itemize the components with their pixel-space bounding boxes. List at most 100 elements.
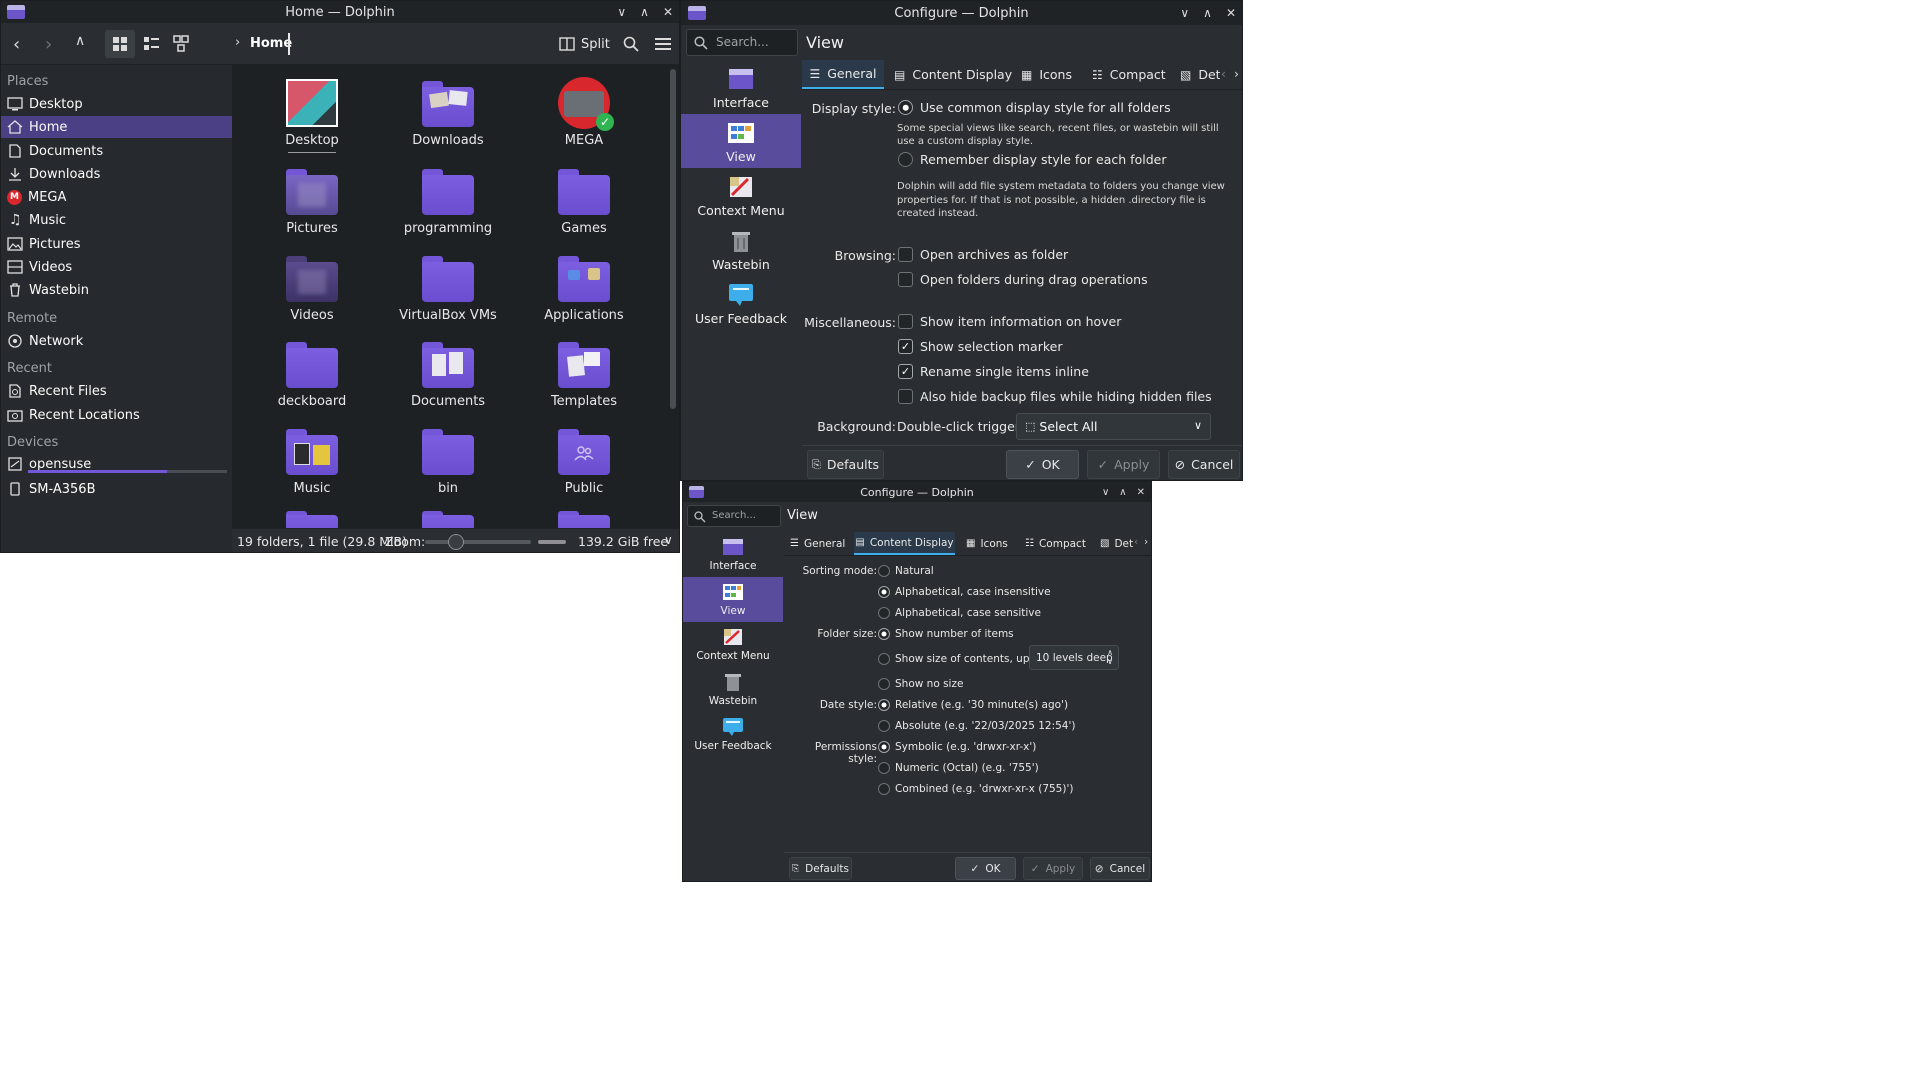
- place-item-sm-a356b[interactable]: SM-A356B: [1, 478, 232, 500]
- file-item-desktop[interactable]: Desktop: [252, 75, 372, 155]
- option-size-number-of-items[interactable]: Show number of items: [878, 628, 1014, 640]
- compact-view-button[interactable]: [167, 30, 195, 58]
- file-item-games[interactable]: Games: [524, 163, 644, 243]
- settings-search-field[interactable]: Search...: [687, 505, 781, 527]
- icons-view-button[interactable]: [105, 30, 135, 58]
- file-item-music[interactable]: Music: [252, 423, 372, 503]
- place-item-network[interactable]: Network: [1, 330, 232, 352]
- option-open-archives[interactable]: Open archives as folder: [898, 247, 1068, 262]
- tab-content-display[interactable]: ▤ Content Display: [894, 60, 1012, 89]
- selection-marker-checkbox[interactable]: ✓: [898, 339, 913, 354]
- option-sort-case-sensitive[interactable]: Alphabetical, case sensitive: [878, 607, 1041, 619]
- place-item-documents[interactable]: Documents: [1, 140, 232, 162]
- file-item-bin[interactable]: bin: [388, 423, 508, 503]
- option-remember-display-style[interactable]: Remember display style for each folder: [898, 152, 1166, 167]
- perm-combined-radio[interactable]: [878, 783, 890, 795]
- category-view[interactable]: View: [681, 114, 801, 168]
- sort-natural-radio[interactable]: [878, 565, 890, 577]
- file-item-public[interactable]: Public: [524, 423, 644, 503]
- perm-symbolic-radio[interactable]: [878, 741, 890, 753]
- file-item-templates[interactable]: Templates: [524, 336, 644, 416]
- search-icon[interactable]: [623, 36, 639, 52]
- maximize-icon[interactable]: ∧: [1119, 487, 1126, 498]
- tab-scroll-right-icon[interactable]: ›: [1234, 66, 1239, 81]
- rename-inline-checkbox[interactable]: ✓: [898, 364, 913, 379]
- option-perm-combined[interactable]: Combined (e.g. 'drwxr-xr-x (755)'): [878, 783, 1073, 795]
- common-style-radio[interactable]: [898, 100, 913, 115]
- option-info-on-hover[interactable]: Show item information on hover: [898, 314, 1121, 329]
- info-on-hover-checkbox[interactable]: [898, 314, 913, 329]
- file-view[interactable]: Desktop Downloads ✓ MEGA Pictures progra…: [232, 65, 679, 541]
- tab-compact[interactable]: ☷ Compact: [1025, 532, 1086, 555]
- back-icon[interactable]: ‹: [13, 34, 20, 55]
- tab-scroll-left-icon[interactable]: ‹: [1221, 66, 1226, 81]
- place-item-wastebin[interactable]: Wastebin: [1, 279, 232, 301]
- place-item-home[interactable]: Home: [1, 116, 232, 138]
- option-hide-backup[interactable]: Also hide backup files while hiding hidd…: [898, 389, 1212, 404]
- sort-insensitive-radio[interactable]: [878, 586, 890, 598]
- option-date-relative[interactable]: Relative (e.g. '30 minute(s) ago'): [878, 699, 1068, 711]
- up-icon[interactable]: ∧: [75, 33, 85, 49]
- date-relative-radio[interactable]: [878, 699, 890, 711]
- cancel-button[interactable]: ⊘ Cancel: [1168, 450, 1240, 479]
- category-view[interactable]: View: [683, 577, 783, 622]
- tab-scroll-left-icon[interactable]: ‹: [1134, 536, 1138, 548]
- option-perm-symbolic[interactable]: Symbolic (e.g. 'drwxr-xr-x'): [878, 741, 1036, 753]
- tab-icons[interactable]: ▦ Icons: [966, 532, 1008, 555]
- category-wastebin[interactable]: Wastebin: [683, 667, 783, 712]
- file-item-deckboard[interactable]: deckboard: [252, 336, 372, 416]
- ok-button[interactable]: ✓ OK: [1006, 450, 1079, 479]
- levels-deep-spinbox[interactable]: 10 levels deep ∧ ∨: [1029, 645, 1119, 670]
- free-space-dropdown-icon[interactable]: ∨: [664, 533, 673, 547]
- close-icon[interactable]: ✕: [1137, 487, 1145, 498]
- option-selection-marker[interactable]: ✓ Show selection marker: [898, 339, 1062, 354]
- tab-content-display[interactable]: ▤ Content Display: [854, 532, 955, 555]
- size-contents-radio[interactable]: [878, 653, 890, 665]
- tab-scroll-right-icon[interactable]: ›: [1144, 536, 1148, 548]
- zoom-slider-handle[interactable]: [447, 534, 464, 550]
- dolphin-titlebar[interactable]: Home — Dolphin ∨ ∧ ✕: [1, 1, 679, 23]
- category-context-menu[interactable]: Context Menu: [683, 622, 783, 667]
- zoom-slider[interactable]: [425, 534, 531, 550]
- option-perm-numeric[interactable]: Numeric (Octal) (e.g. '755'): [878, 762, 1039, 774]
- place-item-downloads[interactable]: Downloads: [1, 163, 232, 185]
- date-absolute-radio[interactable]: [878, 720, 890, 732]
- place-item-desktop[interactable]: Desktop: [1, 93, 232, 115]
- spinbox-arrows-icon[interactable]: ∧ ∨: [1107, 648, 1113, 666]
- place-item-videos[interactable]: Videos: [1, 256, 232, 278]
- file-item-applications[interactable]: Applications: [524, 250, 644, 330]
- place-item-recent-files[interactable]: Recent Files: [1, 380, 232, 402]
- tab-compact[interactable]: ☷ Compact: [1092, 60, 1166, 89]
- file-item-downloads[interactable]: Downloads: [388, 75, 508, 155]
- apply-button[interactable]: ✓ Apply: [1023, 857, 1083, 880]
- forward-icon[interactable]: ›: [45, 34, 52, 55]
- maximize-icon[interactable]: ∧: [1203, 6, 1212, 20]
- cancel-button[interactable]: ⊘ Cancel: [1090, 857, 1150, 880]
- hamburger-menu-icon[interactable]: [655, 37, 671, 51]
- tab-general[interactable]: ☰ General: [802, 60, 884, 89]
- option-common-display-style[interactable]: Use common display style for all folders: [898, 100, 1171, 115]
- close-icon[interactable]: ✕: [1226, 6, 1236, 20]
- tab-icons[interactable]: ▦ Icons: [1021, 60, 1072, 89]
- configure-titlebar[interactable]: Configure — Dolphin ∨ ∧ ✕: [681, 1, 1242, 25]
- place-item-pictures[interactable]: Pictures: [1, 233, 232, 255]
- minimize-icon[interactable]: ∨: [1180, 6, 1189, 20]
- category-user-feedback[interactable]: User Feedback: [681, 276, 801, 330]
- place-item-mega[interactable]: M MEGA: [1, 186, 232, 208]
- details-view-button[interactable]: [137, 30, 165, 58]
- size-none-radio[interactable]: [878, 678, 890, 690]
- tab-details[interactable]: ▧ Det: [1100, 532, 1134, 555]
- category-interface[interactable]: Interface: [681, 60, 801, 114]
- file-item-programming[interactable]: programming: [388, 163, 508, 243]
- file-item-virtualbox-vms[interactable]: VirtualBox VMs: [388, 250, 508, 330]
- option-sort-case-insensitive[interactable]: Alphabetical, case insensitive: [878, 586, 1051, 598]
- breadcrumb[interactable]: Home: [250, 36, 292, 51]
- perm-numeric-radio[interactable]: [878, 762, 890, 774]
- settings-search-field[interactable]: Search...: [686, 29, 798, 56]
- place-item-music[interactable]: ♫ Music: [1, 209, 232, 231]
- tab-general[interactable]: ☰ General: [790, 532, 845, 555]
- option-no-size[interactable]: Show no size: [878, 678, 963, 690]
- category-user-feedback[interactable]: User Feedback: [683, 712, 783, 757]
- file-item-pictures[interactable]: Pictures: [252, 163, 372, 243]
- open-archives-checkbox[interactable]: [898, 247, 913, 262]
